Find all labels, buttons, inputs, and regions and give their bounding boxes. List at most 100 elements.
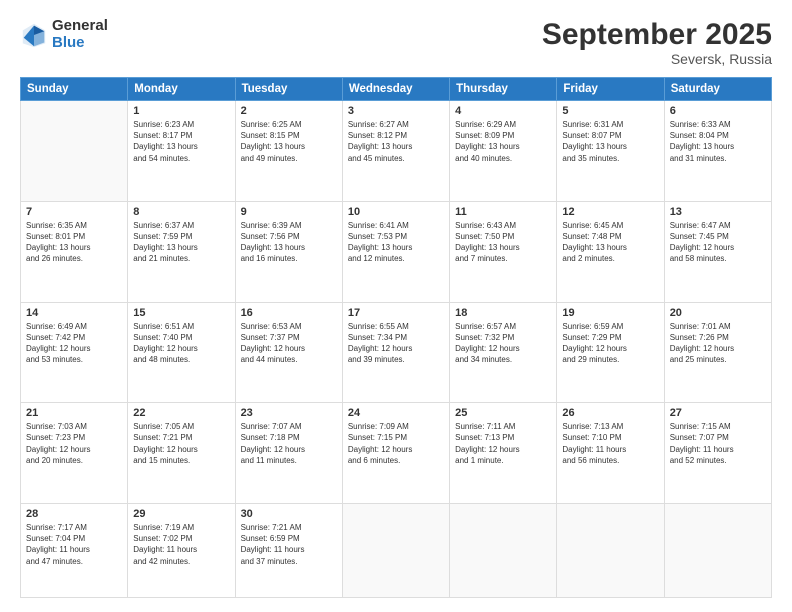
day-info: Sunrise: 6:55 AMSunset: 7:34 PMDaylight:… — [348, 321, 444, 366]
day-number: 28 — [26, 508, 122, 520]
calendar-cell: 21 Sunrise: 7:03 AMSunset: 7:23 PMDayligh… — [21, 403, 128, 504]
day-info: Sunrise: 6:59 AMSunset: 7:29 PMDaylight:… — [562, 321, 658, 366]
day-number: 30 — [241, 508, 337, 520]
day-number: 19 — [562, 307, 658, 319]
header-monday: Monday — [128, 78, 235, 101]
calendar-cell: 16 Sunrise: 6:53 AMSunset: 7:37 PMDayligh… — [235, 302, 342, 403]
day-info: Sunrise: 6:57 AMSunset: 7:32 PMDaylight:… — [455, 321, 551, 366]
day-number: 27 — [670, 407, 766, 419]
day-info: Sunrise: 7:21 AMSunset: 6:59 PMDaylight:… — [241, 522, 337, 567]
day-info: Sunrise: 6:43 AMSunset: 7:50 PMDaylight:… — [455, 220, 551, 265]
calendar-cell: 20 Sunrise: 7:01 AMSunset: 7:26 PMDayligh… — [664, 302, 771, 403]
day-number: 1 — [133, 105, 229, 117]
day-info: Sunrise: 6:49 AMSunset: 7:42 PMDaylight:… — [26, 321, 122, 366]
calendar-cell: 13 Sunrise: 6:47 AMSunset: 7:45 PMDayligh… — [664, 201, 771, 302]
day-info: Sunrise: 6:23 AMSunset: 8:17 PMDaylight:… — [133, 119, 229, 164]
day-info: Sunrise: 6:47 AMSunset: 7:45 PMDaylight:… — [670, 220, 766, 265]
day-number: 15 — [133, 307, 229, 319]
day-info: Sunrise: 7:11 AMSunset: 7:13 PMDaylight:… — [455, 421, 551, 466]
day-info: Sunrise: 6:25 AMSunset: 8:15 PMDaylight:… — [241, 119, 337, 164]
calendar-table: Sunday Monday Tuesday Wednesday Thursday… — [20, 77, 772, 598]
day-number: 21 — [26, 407, 122, 419]
day-number: 18 — [455, 307, 551, 319]
calendar-cell: 2 Sunrise: 6:25 AMSunset: 8:15 PMDaylight… — [235, 101, 342, 202]
header-thursday: Thursday — [450, 78, 557, 101]
day-info: Sunrise: 7:19 AMSunset: 7:02 PMDaylight:… — [133, 522, 229, 567]
header-friday: Friday — [557, 78, 664, 101]
day-number: 10 — [348, 206, 444, 218]
day-number: 14 — [26, 307, 122, 319]
calendar-cell: 15 Sunrise: 6:51 AMSunset: 7:40 PMDayligh… — [128, 302, 235, 403]
calendar-cell — [342, 504, 449, 598]
day-info: Sunrise: 7:07 AMSunset: 7:18 PMDaylight:… — [241, 421, 337, 466]
day-number: 6 — [670, 105, 766, 117]
day-info: Sunrise: 6:45 AMSunset: 7:48 PMDaylight:… — [562, 220, 658, 265]
day-info: Sunrise: 7:03 AMSunset: 7:23 PMDaylight:… — [26, 421, 122, 466]
calendar-cell: 29 Sunrise: 7:19 AMSunset: 7:02 PMDayligh… — [128, 504, 235, 598]
calendar-week-row-1: 7 Sunrise: 6:35 AMSunset: 8:01 PMDaylight… — [21, 201, 772, 302]
day-info: Sunrise: 6:35 AMSunset: 8:01 PMDaylight:… — [26, 220, 122, 265]
calendar-cell: 6 Sunrise: 6:33 AMSunset: 8:04 PMDaylight… — [664, 101, 771, 202]
day-number: 23 — [241, 407, 337, 419]
day-info: Sunrise: 6:33 AMSunset: 8:04 PMDaylight:… — [670, 119, 766, 164]
calendar-cell: 8Sunrise: 6:37 AMSunset: 7:59 PMDaylight… — [128, 201, 235, 302]
location: Seversk, Russia — [542, 51, 772, 67]
calendar-cell: 9 Sunrise: 6:39 AMSunset: 7:56 PMDaylight… — [235, 201, 342, 302]
logo-text: General Blue — [52, 18, 108, 51]
day-info: Sunrise: 7:05 AMSunset: 7:21 PMDaylight:… — [133, 421, 229, 466]
calendar-cell: 4Sunrise: 6:29 AMSunset: 8:09 PMDaylight… — [450, 101, 557, 202]
day-number: 17 — [348, 307, 444, 319]
calendar-cell: 1 Sunrise: 6:23 AMSunset: 8:17 PMDaylight… — [128, 101, 235, 202]
day-info: Sunrise: 7:13 AMSunset: 7:10 PMDaylight:… — [562, 421, 658, 466]
day-number: 16 — [241, 307, 337, 319]
calendar-cell: 12 Sunrise: 6:45 AMSunset: 7:48 PMDayligh… — [557, 201, 664, 302]
header-tuesday: Tuesday — [235, 78, 342, 101]
calendar-cell: 26Sunrise: 7:13 AMSunset: 7:10 PMDayligh… — [557, 403, 664, 504]
logo-general-text: General — [52, 18, 108, 35]
day-info: Sunrise: 7:17 AMSunset: 7:04 PMDaylight:… — [26, 522, 122, 567]
day-info: Sunrise: 6:29 AMSunset: 8:09 PMDaylight:… — [455, 119, 551, 164]
day-number: 29 — [133, 508, 229, 520]
day-number: 24 — [348, 407, 444, 419]
calendar-cell — [21, 101, 128, 202]
day-info: Sunrise: 7:01 AMSunset: 7:26 PMDaylight:… — [670, 321, 766, 366]
day-number: 5 — [562, 105, 658, 117]
page: General Blue September 2025 Seversk, Rus… — [0, 0, 792, 612]
day-number: 9 — [241, 206, 337, 218]
calendar-cell: 22 Sunrise: 7:05 AMSunset: 7:21 PMDayligh… — [128, 403, 235, 504]
day-number: 11 — [455, 206, 551, 218]
calendar-cell — [557, 504, 664, 598]
title-block: September 2025 Seversk, Russia — [542, 18, 772, 67]
calendar-cell: 18 Sunrise: 6:57 AMSunset: 7:32 PMDayligh… — [450, 302, 557, 403]
calendar-week-row-4: 28 Sunrise: 7:17 AMSunset: 7:04 PMDayligh… — [21, 504, 772, 598]
logo-blue-text: Blue — [52, 35, 108, 52]
day-info: Sunrise: 7:09 AMSunset: 7:15 PMDaylight:… — [348, 421, 444, 466]
day-number: 20 — [670, 307, 766, 319]
day-number: 13 — [670, 206, 766, 218]
header-sunday: Sunday — [21, 78, 128, 101]
header-wednesday: Wednesday — [342, 78, 449, 101]
day-info: Sunrise: 7:15 AMSunset: 7:07 PMDaylight:… — [670, 421, 766, 466]
day-number: 2 — [241, 105, 337, 117]
day-info: Sunrise: 6:27 AMSunset: 8:12 PMDaylight:… — [348, 119, 444, 164]
logo: General Blue — [20, 18, 108, 51]
day-info: Sunrise: 6:51 AMSunset: 7:40 PMDaylight:… — [133, 321, 229, 366]
calendar-week-row-3: 21 Sunrise: 7:03 AMSunset: 7:23 PMDayligh… — [21, 403, 772, 504]
day-number: 7 — [26, 206, 122, 218]
calendar-cell: 23 Sunrise: 7:07 AMSunset: 7:18 PMDayligh… — [235, 403, 342, 504]
day-number: 8 — [133, 206, 229, 218]
day-number: 22 — [133, 407, 229, 419]
calendar-cell: 11 Sunrise: 6:43 AMSunset: 7:50 PMDayligh… — [450, 201, 557, 302]
calendar-cell: 10 Sunrise: 6:41 AMSunset: 7:53 PMDayligh… — [342, 201, 449, 302]
day-info: Sunrise: 6:53 AMSunset: 7:37 PMDaylight:… — [241, 321, 337, 366]
day-info: Sunrise: 6:41 AMSunset: 7:53 PMDaylight:… — [348, 220, 444, 265]
calendar-cell — [664, 504, 771, 598]
logo-icon — [20, 21, 48, 49]
day-number: 12 — [562, 206, 658, 218]
day-number: 3 — [348, 105, 444, 117]
day-info: Sunrise: 6:39 AMSunset: 7:56 PMDaylight:… — [241, 220, 337, 265]
calendar-cell — [450, 504, 557, 598]
calendar-cell: 7 Sunrise: 6:35 AMSunset: 8:01 PMDaylight… — [21, 201, 128, 302]
calendar-cell: 24 Sunrise: 7:09 AMSunset: 7:15 PMDayligh… — [342, 403, 449, 504]
calendar-header-row: Sunday Monday Tuesday Wednesday Thursday… — [21, 78, 772, 101]
